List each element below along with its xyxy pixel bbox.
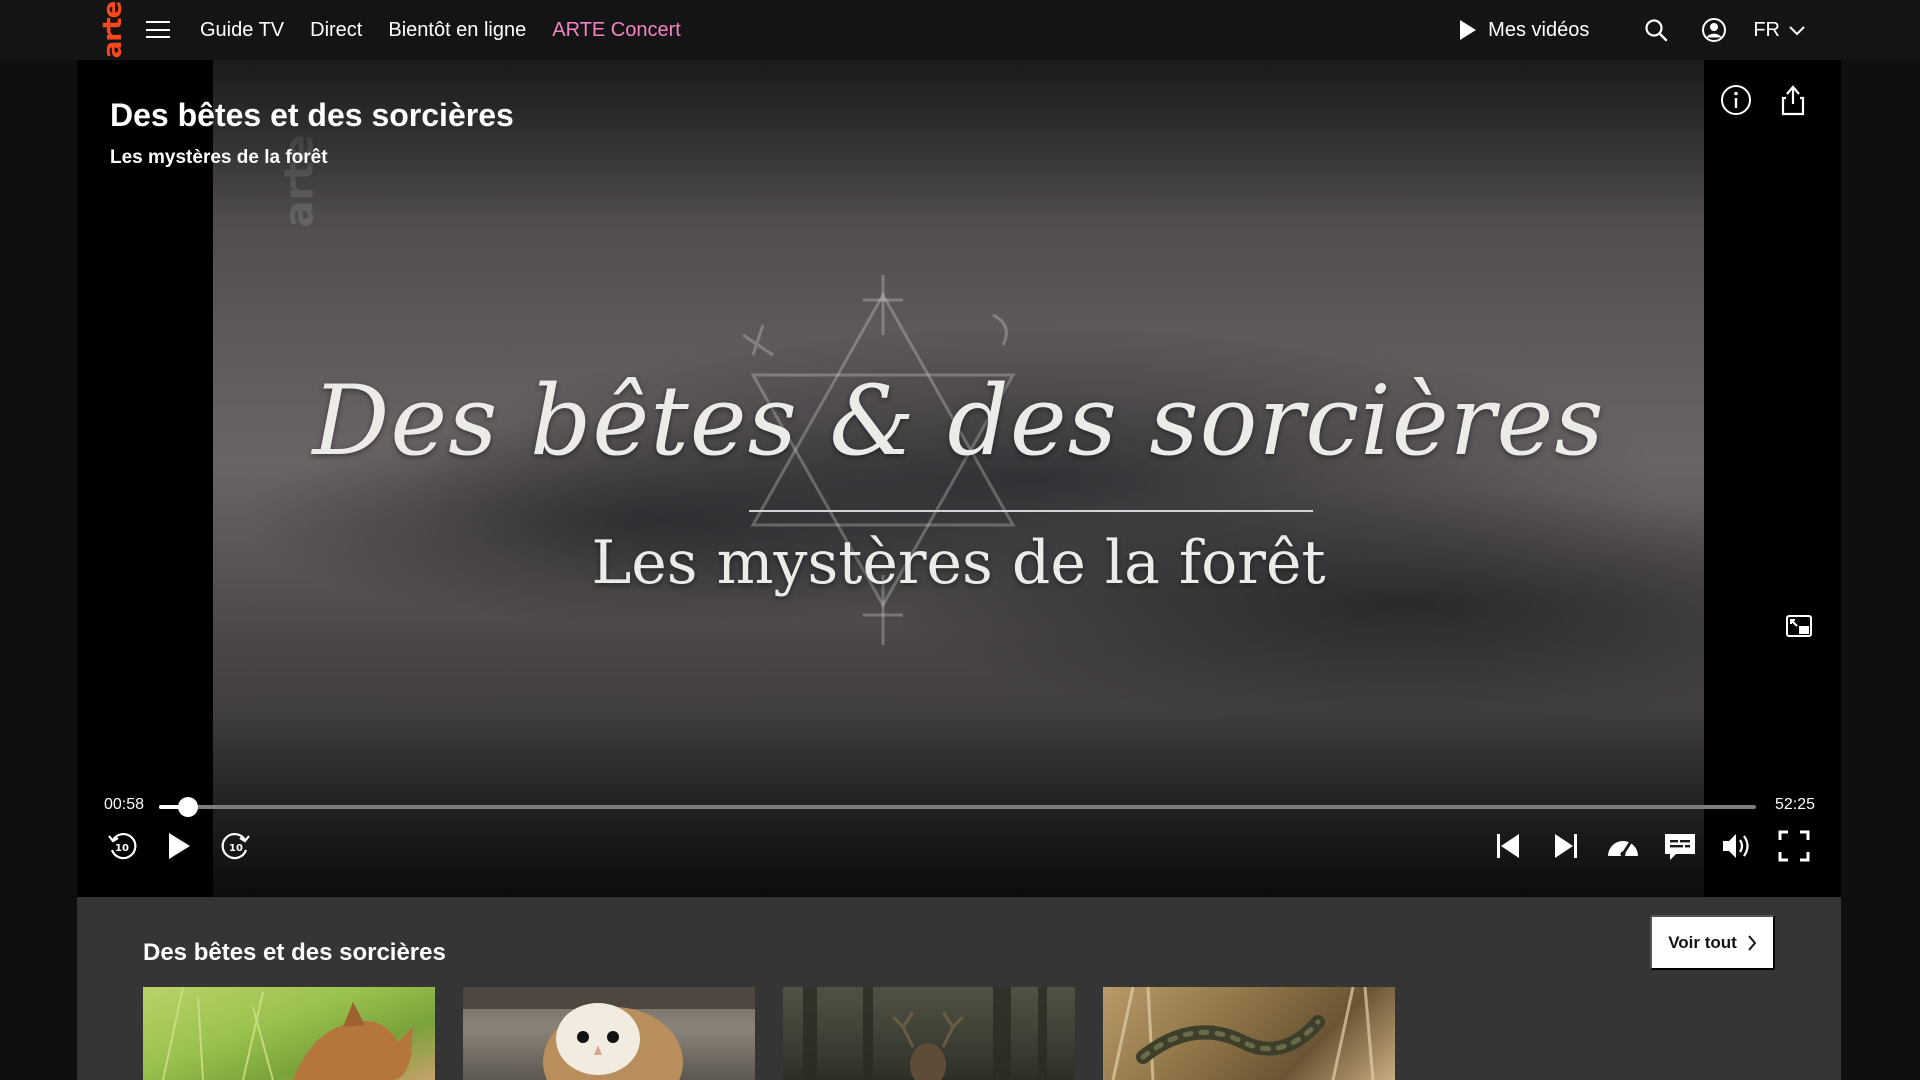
chevron-down-icon <box>1789 26 1805 36</box>
nav-link-guide-tv[interactable]: Guide TV <box>200 19 284 42</box>
svg-text:10: 10 <box>115 843 129 854</box>
svg-text:10: 10 <box>229 843 243 854</box>
mes-videos-label: Mes vidéos <box>1488 18 1590 41</box>
player-title: Des bêtes et des sorcières <box>110 97 514 133</box>
speed-icon[interactable] <box>1605 828 1641 864</box>
user-account-icon[interactable] <box>1701 17 1727 43</box>
play-icon[interactable] <box>160 828 196 864</box>
grass-snake-illustration <box>1111 987 1375 1080</box>
bottom-gradient-overlay <box>77 707 1841 897</box>
top-gradient-overlay <box>77 60 1841 220</box>
progress-bar[interactable] <box>159 797 1756 817</box>
grass-snake-thumbnail[interactable] <box>1103 987 1395 1080</box>
previous-icon[interactable] <box>1490 828 1526 864</box>
title-card-sub-text: Les mystères de la forêt <box>591 528 1326 598</box>
search-icon[interactable] <box>1643 17 1669 43</box>
subtitles-icon[interactable] <box>1662 828 1698 864</box>
rewind-10-icon[interactable]: 10 <box>104 828 140 864</box>
language-label: FR <box>1753 18 1780 41</box>
barn-owl-illustration <box>463 987 755 1080</box>
current-time: 00:58 <box>104 796 145 813</box>
player-subtitle: Les mystères de la forêt <box>110 147 328 168</box>
see-all-button[interactable]: Voir tout <box>1650 915 1775 970</box>
arte-logo[interactable]: arte <box>98 2 128 58</box>
fullscreen-icon[interactable] <box>1776 828 1812 864</box>
next-icon[interactable] <box>1548 828 1584 864</box>
nav-right-group: Mes vidéos FR <box>1460 0 1806 60</box>
video-player[interactable]: arte Des bêtes & des sorcières Les mystè… <box>77 60 1841 897</box>
arte-logo-text: arte <box>98 1 128 59</box>
total-duration: 52:25 <box>1775 796 1816 813</box>
fox-kit-thumbnail[interactable] <box>143 987 435 1080</box>
deer-forest-thumbnail[interactable] <box>783 987 1075 1080</box>
mes-videos-button[interactable]: Mes vidéos <box>1460 19 1589 42</box>
deer-forest-illustration <box>803 987 1047 1080</box>
nav-link-direct[interactable]: Direct <box>310 19 362 42</box>
top-navigation: arte Guide TV Direct Bientôt en ligne AR… <box>0 0 1920 60</box>
main-nav-links: Guide TV Direct Bientôt en ligne ARTE Co… <box>200 0 707 60</box>
related-section-title: Des bêtes et des sorcières <box>143 939 446 966</box>
nav-link-arte-concert[interactable]: ARTE Concert <box>552 19 681 42</box>
fox-kit-illustration <box>162 987 413 1080</box>
title-card-divider <box>749 510 1313 512</box>
see-all-label: Voir tout <box>1668 932 1737 952</box>
share-icon[interactable] <box>1775 82 1811 118</box>
title-card-main-text: Des bêtes & des sorcières <box>312 365 1605 477</box>
forward-10-icon[interactable]: 10 <box>218 828 254 864</box>
nav-link-bientot-en-ligne[interactable]: Bientôt en ligne <box>388 19 526 42</box>
barn-owl-thumbnail[interactable] <box>463 987 755 1080</box>
play-icon <box>1460 20 1477 40</box>
picture-in-picture-icon <box>1786 615 1812 637</box>
chevron-right-icon <box>1748 934 1757 951</box>
info-icon[interactable] <box>1718 82 1754 118</box>
menu-icon[interactable] <box>146 21 170 38</box>
volume-icon[interactable] <box>1719 828 1755 864</box>
language-selector[interactable]: FR <box>1753 19 1806 42</box>
picture-in-picture-button[interactable] <box>1777 604 1821 648</box>
related-videos-section: Des bêtes et des sorcières Voir tout <box>77 897 1841 1080</box>
